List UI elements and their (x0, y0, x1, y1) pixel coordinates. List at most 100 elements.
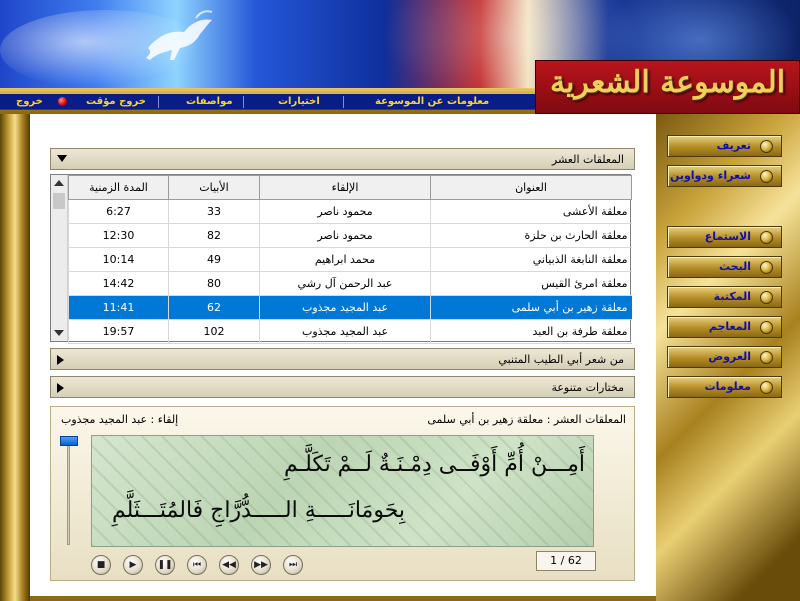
cell-verses: 62 (168, 295, 260, 320)
gold-frame-left (0, 114, 30, 601)
now-playing-title: المعلقات العشر : معلقة زهير بن أبي سلمى (427, 413, 626, 426)
menu-specs[interactable]: مواصفات (186, 94, 233, 109)
scroll-thumb[interactable] (53, 193, 65, 209)
nav-label: البحث (719, 260, 751, 273)
section-title: من شعر أبي الطيب المتنبي (498, 353, 624, 366)
cell-reciter: عبد المجيد مجذوب (259, 295, 431, 320)
column-header-verses[interactable]: الأبيات (168, 175, 260, 200)
cell-title: معلقة طرفة بن العبد (430, 319, 632, 344)
skip-start-icon: ⏮ (192, 560, 202, 570)
table-row[interactable]: معلقة طرفة بن العبد عبد المجيد مجذوب 102… (68, 319, 632, 344)
cell-verses: 102 (168, 319, 260, 344)
nav-button-search[interactable]: البحث (667, 256, 782, 278)
nav-label: المكتبة (713, 290, 751, 303)
cell-duration: 14:42 (68, 271, 169, 296)
cell-reciter: عبد المجيد مجذوب (259, 319, 431, 344)
nav-button-info[interactable]: معلومات (667, 376, 782, 398)
column-header-title[interactable]: العنوان (430, 175, 632, 200)
column-header-reciter[interactable]: الإلقاء (259, 175, 431, 200)
audio-player: المعلقات العشر : معلقة زهير بن أبي سلمى … (50, 406, 635, 581)
knob-icon (760, 140, 773, 153)
cell-title: معلقة الحارث بن حلزة (430, 223, 632, 248)
cell-verses: 49 (168, 247, 260, 272)
gold-frame-bottom (30, 596, 656, 601)
menu-strip: معلومات عن الموسوعة اختيارات مواصفات خرو… (0, 93, 535, 110)
knob-icon (760, 170, 773, 183)
knob-icon (760, 351, 773, 364)
section-title: مختارات متنوعة (551, 381, 624, 394)
knob-icon (760, 381, 773, 394)
exit-dot-icon (58, 97, 67, 106)
menu-about[interactable]: معلومات عن الموسوعة (375, 94, 489, 109)
cell-duration: 11:41 (68, 295, 169, 320)
menu-separator (158, 96, 159, 108)
cell-title: معلقة امرئ القيس (430, 271, 632, 296)
horse-icon (146, 10, 213, 60)
menu-options[interactable]: اختيارات (278, 94, 320, 109)
nav-button-listen[interactable]: الاستماع (667, 226, 782, 248)
nav-button-poets[interactable]: شعراء ودواوين (667, 165, 782, 187)
cell-reciter: عبد الرحمن آل رشي (259, 271, 431, 296)
knob-icon (760, 261, 773, 274)
knob-icon (760, 291, 773, 304)
cell-verses: 33 (168, 199, 260, 224)
nav-label: شعراء ودواوين (669, 169, 751, 182)
skip-end-button[interactable]: ⏭ (283, 555, 303, 575)
play-button[interactable]: ▶ (123, 555, 143, 575)
nav-label: العروض (708, 350, 751, 363)
volume-slider-thumb[interactable] (60, 436, 78, 446)
chevron-right-icon (57, 355, 64, 365)
cell-duration: 10:14 (68, 247, 169, 272)
cell-title: معلقة الأعشى (430, 199, 632, 224)
nav-button-intro[interactable]: تعريف (667, 135, 782, 157)
verse-counter: 1 / 62 (536, 551, 596, 571)
nav-button-dictionaries[interactable]: المعاجم (667, 316, 782, 338)
section-header-muallaqat[interactable]: المعلقات العشر (50, 148, 635, 170)
stop-button[interactable]: ■ (91, 555, 111, 575)
section-header-mutanabbi[interactable]: من شعر أبي الطيب المتنبي (50, 348, 635, 370)
table-row[interactable]: معلقة الحارث بن حلزة محمود ناصر 82 12:30 (68, 223, 632, 248)
skip-start-button[interactable]: ⏮ (187, 555, 207, 575)
pause-icon: ❚❚ (157, 560, 173, 570)
cell-reciter: محمد ابراهيم (259, 247, 431, 272)
column-header-duration[interactable]: المدة الزمنية (68, 175, 169, 200)
cell-verses: 82 (168, 223, 260, 248)
skip-end-icon: ⏭ (288, 560, 298, 570)
vertical-scrollbar[interactable] (51, 175, 68, 341)
table-row-selected[interactable]: معلقة زهير بن أبي سلمى عبد المجيد مجذوب … (68, 295, 632, 320)
rewind-icon: ◀◀ (222, 560, 236, 570)
nav-label: الاستماع (704, 230, 751, 243)
cell-duration: 6:27 (68, 199, 169, 224)
cell-reciter: محمود ناصر (259, 199, 431, 224)
table-row[interactable]: معلقة امرئ القيس عبد الرحمن آل رشي 80 14… (68, 271, 632, 296)
table-row[interactable]: معلقة النابغة الذبياني محمد ابراهيم 49 1… (68, 247, 632, 272)
table-row[interactable]: معلقة الأعشى محمود ناصر 33 6:27 (68, 199, 632, 224)
cell-title: معلقة زهير بن أبي سلمى (430, 295, 632, 320)
cell-verses: 80 (168, 271, 260, 296)
nav-button-prosody[interactable]: العروض (667, 346, 782, 368)
rewind-button[interactable]: ◀◀ (219, 555, 239, 575)
cell-duration: 12:30 (68, 223, 169, 248)
menu-separator (243, 96, 244, 108)
section-title: المعلقات العشر (551, 153, 624, 166)
volume-slider-track[interactable] (67, 437, 70, 545)
menu-exit[interactable]: خروج (16, 94, 43, 109)
poems-grid: العنوان الإلقاء الأبيات المدة الزمنية مع… (68, 175, 632, 344)
main-panel: المعلقات العشر العنوان الإلقاء الأبيات ا… (30, 114, 656, 596)
pause-button[interactable]: ❚❚ (155, 555, 175, 575)
knob-icon (760, 231, 773, 244)
chevron-down-icon (57, 155, 67, 162)
menu-temp-exit[interactable]: خروج مؤقت (86, 94, 146, 109)
scroll-down-icon[interactable] (54, 330, 64, 336)
verse-line-second: بِحَومَانَـــــةِ الـــــدُّرَّاجِ فَالم… (112, 498, 406, 523)
stop-icon: ■ (96, 560, 106, 570)
nav-button-library[interactable]: المكتبة (667, 286, 782, 308)
nav-label: المعاجم (708, 320, 751, 333)
knob-icon (760, 321, 773, 334)
section-header-selections[interactable]: مختارات متنوعة (50, 376, 635, 398)
scroll-up-icon[interactable] (54, 180, 64, 186)
play-icon: ▶ (129, 560, 137, 570)
fast-forward-button[interactable]: ▶▶ (251, 555, 271, 575)
cell-reciter: محمود ناصر (259, 223, 431, 248)
chevron-right-icon (57, 383, 64, 393)
